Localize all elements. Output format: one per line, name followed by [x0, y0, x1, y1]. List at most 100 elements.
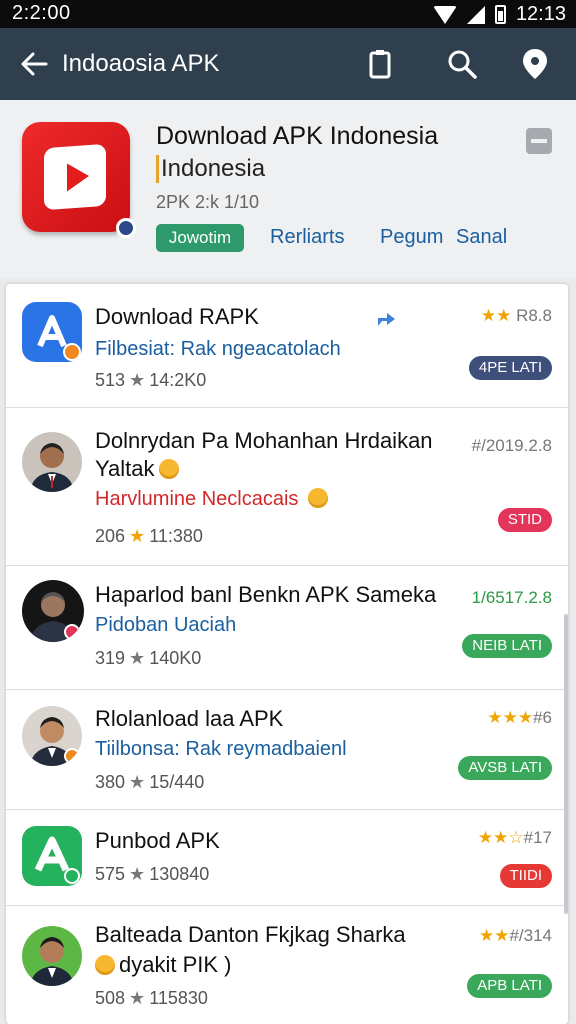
item-subtitle-text: Harvlumine Neclcacais — [95, 488, 299, 510]
item-stat-count: 575 — [95, 864, 126, 884]
item-stat-count: 206 — [95, 526, 126, 546]
item-stats: 508 ★ 115830 — [95, 988, 208, 1009]
item-title: Balteada Danton Fkjkag Sharka — [95, 922, 406, 948]
list-item[interactable]: Punbod APK 575 ★ 130840 ★★☆#17 TIIDI — [6, 810, 568, 906]
avatar — [22, 580, 84, 642]
status-bar: 2:2:00 12:13 — [0, 0, 576, 28]
status-badge[interactable]: STID — [497, 508, 552, 532]
download-chip-button[interactable]: Jowotim — [156, 224, 244, 252]
status-time: 2:2:00 — [12, 2, 71, 24]
header-link-reviews[interactable]: Rerliarts — [270, 226, 344, 249]
rating-stars-icon: ★★★ — [487, 708, 534, 727]
list-item[interactable]: Rlolanload laa APK Tiilbonsa: Rak reymad… — [6, 690, 568, 810]
clipboard-icon[interactable] — [362, 46, 398, 82]
item-stat-value: 11:380 — [149, 526, 203, 546]
status-badge[interactable]: AVSB LATI — [458, 756, 552, 780]
verified-dot-icon — [116, 218, 136, 238]
status-badge[interactable]: TIIDI — [499, 864, 552, 888]
item-subtitle: Pidoban Uaciah — [95, 614, 237, 636]
play-icon — [44, 143, 106, 211]
more-menu-icon[interactable] — [526, 128, 552, 154]
list-item[interactable]: Dolnrydan Pa Mohanhan Hrdaikan Yaltak Ha… — [6, 408, 568, 566]
scrollbar[interactable] — [564, 614, 568, 914]
item-rating: ★★ R8.8 — [481, 306, 552, 326]
featured-app-header: Download APK Indonesia Indonesia 2PK 2:k… — [0, 100, 576, 278]
search-icon[interactable] — [444, 46, 480, 82]
star-icon: ★ — [129, 988, 146, 1008]
wifi-icon — [432, 5, 457, 24]
back-arrow-icon[interactable] — [18, 48, 50, 80]
app-bar-title: Indoaosia APK — [62, 50, 220, 77]
featured-app-meta: 2PK 2:k 1/10 — [156, 192, 260, 212]
item-subtitle: Filbesiat: Rak ngeacatolach — [95, 338, 341, 360]
status-icons: 12:13 — [432, 3, 566, 26]
item-subtitle: Tiilbonsa: Rak reymadbaienl — [95, 738, 347, 760]
featured-app-title: Download APK Indonesia — [156, 122, 439, 150]
item-title-text: Balteada Danton Fkjkag Sharka — [95, 922, 406, 947]
item-title: Download RAPK — [95, 304, 259, 329]
item-stat-value: 130840 — [149, 864, 210, 884]
list-item[interactable]: Haparlod banl Benkn APK Sameka Pidoban U… — [6, 566, 568, 690]
rating-value: #6 — [533, 708, 552, 727]
item-stat-value: 14:2K0 — [149, 370, 207, 390]
rating-stars-icon: ★★☆ — [477, 828, 524, 847]
rating-value: #17 — [523, 828, 552, 847]
rating-value: R8.8 — [516, 306, 552, 325]
star-icon: ★ — [129, 370, 146, 390]
item-title-line2-text: dyakit PIK ) — [119, 952, 232, 977]
avatar — [22, 432, 82, 492]
star-icon: ★ — [129, 648, 146, 668]
signal-icon — [466, 5, 485, 24]
item-rating: ★★#/314 — [479, 926, 552, 946]
rating-value: #/314 — [509, 926, 552, 945]
app-logo-icon[interactable] — [22, 122, 136, 238]
emoji-icon — [95, 955, 115, 975]
item-stat-value: 15/440 — [149, 772, 205, 792]
item-stat-count: 508 — [95, 988, 126, 1008]
item-stat-count: 513 — [95, 370, 126, 390]
emoji-icon — [158, 459, 179, 479]
app-store-logo-icon — [22, 302, 82, 362]
item-title: Punbod APK — [95, 828, 220, 853]
header-link-sanal[interactable]: Sanal — [456, 226, 507, 249]
item-rating: 1/6517.2.8 — [471, 588, 552, 607]
app-bar: Indoaosia APK — [0, 28, 576, 100]
item-title: Haparlod banl Benkn APK Sameka — [95, 582, 437, 607]
battery-icon — [494, 5, 506, 24]
item-stat-count: 380 — [95, 772, 126, 792]
item-title: Dolnrydan Pa Mohanhan Hrdaikan — [95, 428, 433, 453]
list-item[interactable]: Download RAPK Filbesiat: Rak ngeacatolac… — [6, 284, 568, 408]
star-icon: ★ — [129, 864, 146, 884]
list-item[interactable]: Balteada Danton Fkjkag Sharka dyakit PIK… — [6, 906, 568, 1024]
item-stat-count: 319 — [95, 648, 126, 668]
app-list: Download RAPK Filbesiat: Rak ngeacatolac… — [6, 284, 568, 1024]
status-badge[interactable]: 4PE LATI — [468, 356, 552, 380]
item-stats: 319 ★ 140K0 — [95, 648, 201, 669]
star-icon: ★ — [129, 772, 146, 792]
item-stat-value: 115830 — [149, 988, 208, 1008]
item-stats: 513 ★ 14:2K0 — [95, 370, 206, 391]
featured-app-subtitle: Indonesia — [156, 155, 265, 183]
item-rating: ★★★#6 — [487, 708, 552, 728]
header-link-pegum[interactable]: Pegum — [380, 226, 443, 249]
avatar — [22, 926, 82, 986]
item-stats: 575 ★ 130840 — [95, 864, 209, 885]
item-rating: ★★☆#17 — [478, 828, 552, 848]
rating-stars-icon: ★★ — [480, 306, 512, 325]
status-badge[interactable]: APB LATI — [467, 974, 552, 998]
item-title-line2-text: Yaltak — [95, 456, 155, 481]
star-icon: ★ — [129, 526, 146, 546]
item-stat-value: 140K0 — [149, 648, 202, 668]
status-badge[interactable]: NEIB LATI — [462, 634, 552, 658]
share-icon[interactable] — [374, 306, 398, 330]
item-stats: 206 ★ 11:380 — [95, 526, 203, 547]
item-stats: 380 ★ 15/440 — [95, 772, 204, 793]
location-pin-icon[interactable] — [517, 46, 553, 82]
app-logo-icon — [22, 826, 82, 886]
item-title-line2: Yaltak — [95, 456, 179, 482]
item-title-line2: dyakit PIK ) — [95, 952, 231, 978]
smiley-icon — [307, 488, 328, 508]
item-subtitle: Harvlumine Neclcacais — [95, 488, 328, 511]
rating-stars-icon: ★★ — [478, 926, 510, 945]
item-title: Rlolanload laa APK — [95, 706, 284, 731]
